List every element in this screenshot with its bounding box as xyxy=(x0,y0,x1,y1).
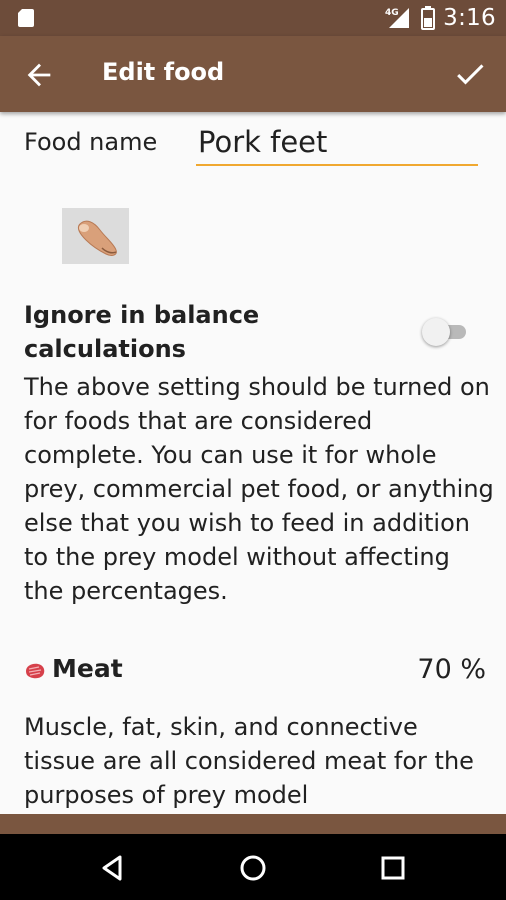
meat-icon xyxy=(26,663,45,679)
bottom-bar xyxy=(0,814,506,834)
nav-recents-icon[interactable] xyxy=(376,851,410,885)
toggle-thumb xyxy=(422,318,450,346)
meat-label: Meat xyxy=(52,654,123,683)
nav-back-icon[interactable] xyxy=(96,851,130,885)
food-name-input[interactable] xyxy=(196,120,478,166)
check-icon[interactable] xyxy=(452,56,488,92)
ignore-balance-toggle[interactable] xyxy=(422,318,470,346)
meat-percent: 70 % xyxy=(417,654,486,685)
meat-description: Muscle, fat, skin, and connective tissue… xyxy=(24,713,474,809)
food-image[interactable] xyxy=(62,208,129,264)
page-title: Edit food xyxy=(102,58,225,86)
status-time: 3:16 xyxy=(443,5,496,31)
meat-row[interactable]: Meat 70 % xyxy=(24,652,486,692)
navigation-bar xyxy=(0,834,506,900)
arrow-back-icon[interactable] xyxy=(22,58,56,92)
pork-feet-image xyxy=(77,220,117,256)
network-type: 4G xyxy=(385,8,399,18)
food-name-label: Food name xyxy=(24,128,158,156)
edit-food-form: Food name Ignore in balance calculations… xyxy=(0,112,506,814)
nav-home-icon[interactable] xyxy=(236,851,270,885)
signal-icon: 4G xyxy=(385,8,410,28)
battery-icon xyxy=(421,6,436,30)
status-bar: 4G 3:16 xyxy=(0,0,506,36)
app-bar: Edit food xyxy=(0,36,506,112)
ignore-balance-label: Ignore in balance calculations xyxy=(24,301,260,363)
ignore-explanation: The above setting should be turned on fo… xyxy=(24,373,494,605)
sd-card-icon xyxy=(18,9,34,27)
